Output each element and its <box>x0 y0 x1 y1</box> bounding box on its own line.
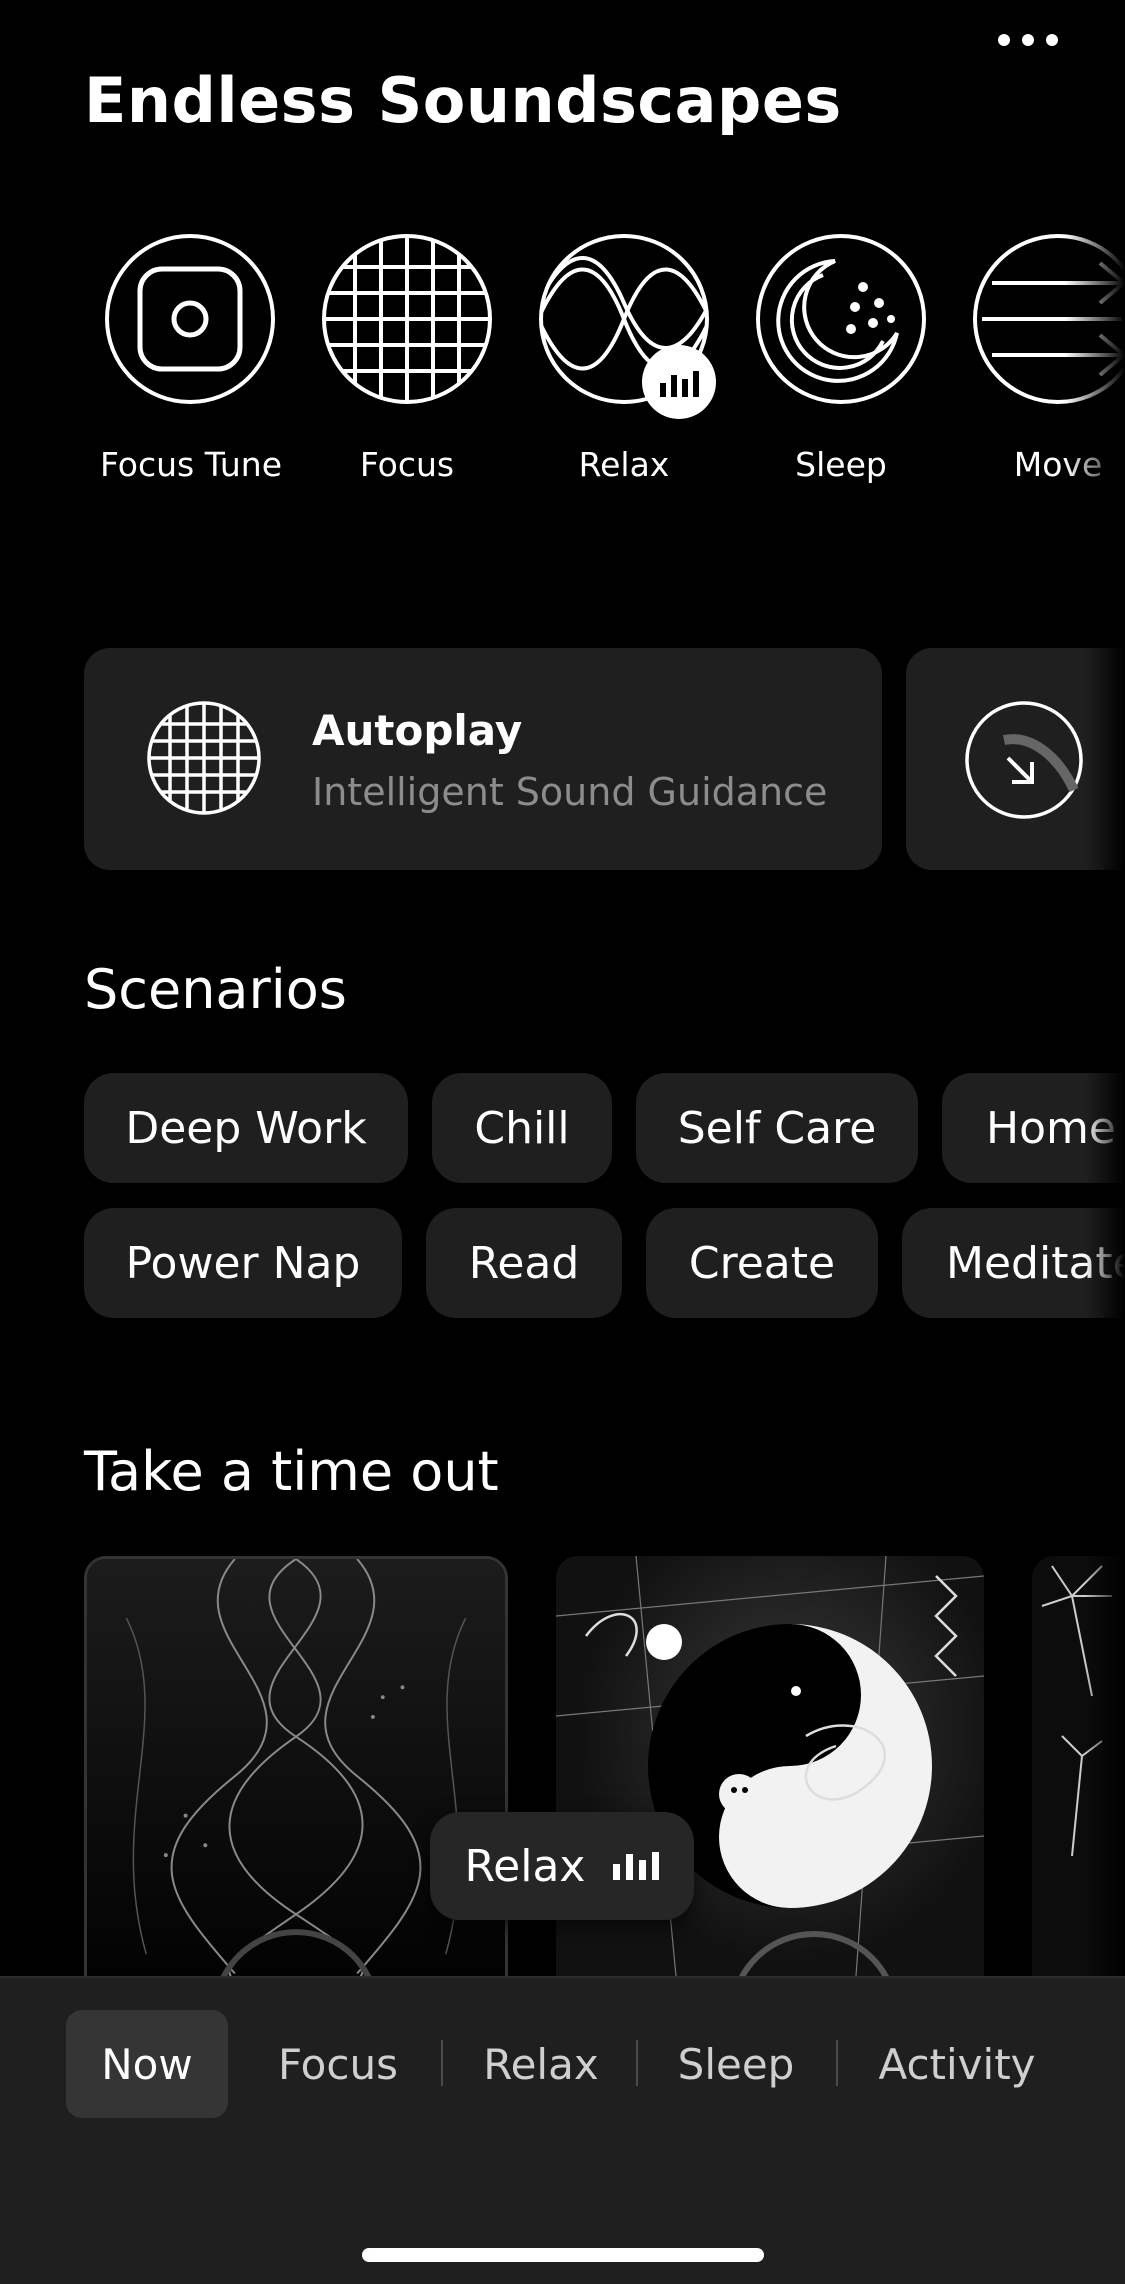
scenario-chip[interactable]: Read <box>426 1208 622 1318</box>
equalizer-icon <box>613 1852 660 1880</box>
tab-divider <box>636 2040 638 2086</box>
tab-now[interactable]: Now <box>66 2010 228 2118</box>
mode-label: Sleep <box>795 445 887 484</box>
arrow-down-right-icon <box>964 700 1084 820</box>
scenario-chip[interactable]: Create <box>646 1208 878 1318</box>
carousel-fade <box>1065 230 1125 510</box>
autoplay-title: Autoplay <box>312 706 523 755</box>
carousel-fade <box>1085 1556 1125 1976</box>
tab-divider <box>441 2040 443 2086</box>
grid-globe-icon <box>146 700 262 816</box>
tab-bar: Now Focus Relax Sleep Activity <box>0 1976 1125 2284</box>
mode-sleep[interactable]: Sleep <box>751 230 931 484</box>
autoplay-subtitle: Intelligent Sound Guidance <box>312 770 828 814</box>
timeout-title: Take a time out <box>84 1440 499 1503</box>
now-playing-pill[interactable]: Relax <box>430 1812 694 1920</box>
dot <box>1046 34 1058 46</box>
scenario-chip[interactable]: Self Care <box>636 1073 918 1183</box>
mode-carousel[interactable]: Focus Tune Focus Relax Sleep Move <box>0 230 1125 510</box>
home-indicator <box>362 2248 764 2262</box>
dot <box>998 34 1010 46</box>
autoplay-carousel[interactable]: Autoplay Intelligent Sound Guidance <box>0 648 1125 872</box>
moon-icon <box>755 233 927 405</box>
tab-sleep[interactable]: Sleep <box>660 2010 812 2118</box>
scenario-chip[interactable]: Power Nap <box>84 1208 402 1318</box>
carousel-fade <box>1085 648 1125 872</box>
page-title: Endless Soundscapes <box>84 64 842 137</box>
now-playing-label: Relax <box>464 1840 586 1892</box>
tab-relax[interactable]: Relax <box>466 2010 616 2118</box>
more-options-button[interactable] <box>990 22 1066 58</box>
scenario-chip[interactable]: Chill <box>432 1073 612 1183</box>
wave-icon <box>538 233 716 419</box>
scenarios-title: Scenarios <box>84 958 347 1021</box>
dot <box>1022 34 1034 46</box>
focus-tune-icon <box>104 233 276 405</box>
grid-globe-icon <box>321 233 493 405</box>
mode-relax[interactable]: Relax <box>534 230 716 484</box>
tab-focus[interactable]: Focus <box>262 2010 414 2118</box>
carousel-fade <box>1085 1073 1125 1185</box>
autoplay-card[interactable]: Autoplay Intelligent Sound Guidance <box>84 648 882 870</box>
mode-focus-tune[interactable]: Focus Tune <box>100 230 283 484</box>
mode-focus[interactable]: Focus <box>317 230 497 484</box>
mode-label: Relax <box>578 445 670 484</box>
playing-indicator-icon <box>642 345 716 419</box>
tab-activity[interactable]: Activity <box>862 2010 1052 2118</box>
mode-label: Focus <box>359 445 455 484</box>
tab-divider <box>836 2040 838 2086</box>
carousel-fade <box>1085 1208 1125 1320</box>
mode-label: Focus Tune <box>100 445 283 484</box>
scenario-chips-row-2[interactable]: Power Nap Read Create Meditate <box>0 1208 1125 1320</box>
scenario-chips-row-1[interactable]: Deep Work Chill Self Care Home <box>0 1073 1125 1185</box>
scenario-chip[interactable]: Deep Work <box>84 1073 408 1183</box>
